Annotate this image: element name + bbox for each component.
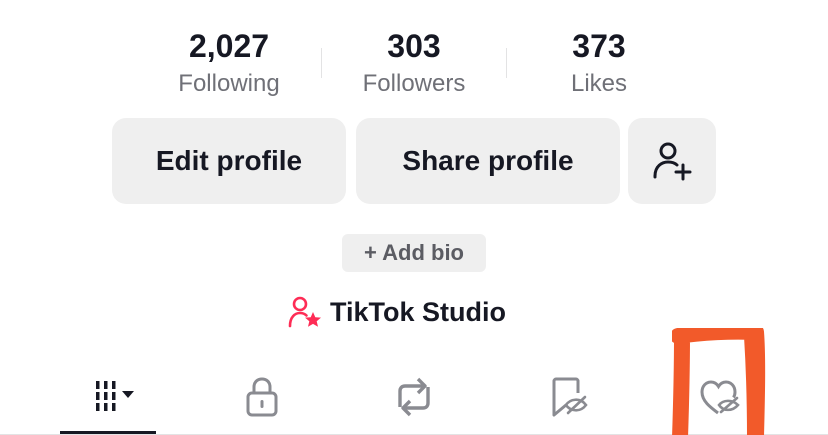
heart-hidden-icon	[700, 380, 740, 415]
following-count: 2,027	[188, 28, 270, 64]
repost-icon	[398, 377, 430, 417]
tiktok-studio-label: TikTok Studio	[330, 296, 507, 327]
add-bio-button[interactable]: + Add bio	[342, 234, 486, 272]
edit-profile-label: Edit profile	[155, 145, 303, 176]
share-profile-label: Share profile	[402, 145, 574, 176]
bookmark-hidden-icon	[552, 377, 588, 417]
share-profile-button[interactable]: Share profile	[356, 118, 620, 204]
tab-private[interactable]	[214, 360, 310, 434]
lock-icon	[246, 377, 278, 417]
edit-profile-button[interactable]: Edit profile	[112, 118, 346, 204]
tab-liked[interactable]	[672, 360, 768, 434]
profile-page: 2,027 Following 303 Followers 373 Likes …	[0, 0, 828, 435]
stat-following[interactable]: 2,027 Following	[137, 26, 321, 100]
followers-count: 303	[387, 28, 441, 64]
following-label: Following	[178, 70, 280, 97]
likes-label: Likes	[570, 70, 628, 97]
likes-count: 373	[572, 28, 626, 64]
profile-stats: 2,027 Following 303 Followers 373 Likes	[137, 26, 691, 106]
tab-videos[interactable]	[60, 360, 156, 434]
add-person-icon	[653, 142, 692, 181]
tiktok-studio-link[interactable]: TikTok Studio	[288, 292, 506, 332]
followers-label: Followers	[362, 70, 466, 97]
grid-dropdown-icon	[96, 381, 134, 411]
tab-favorites[interactable]	[520, 360, 616, 434]
tab-reposts[interactable]	[366, 360, 462, 434]
add-friend-button[interactable]	[628, 118, 716, 204]
stat-likes[interactable]: 373 Likes	[507, 26, 691, 100]
stat-followers[interactable]: 303 Followers	[322, 26, 506, 100]
add-bio-label: + Add bio	[363, 240, 464, 265]
person-star-icon	[288, 296, 321, 328]
profile-tabs	[0, 360, 828, 435]
